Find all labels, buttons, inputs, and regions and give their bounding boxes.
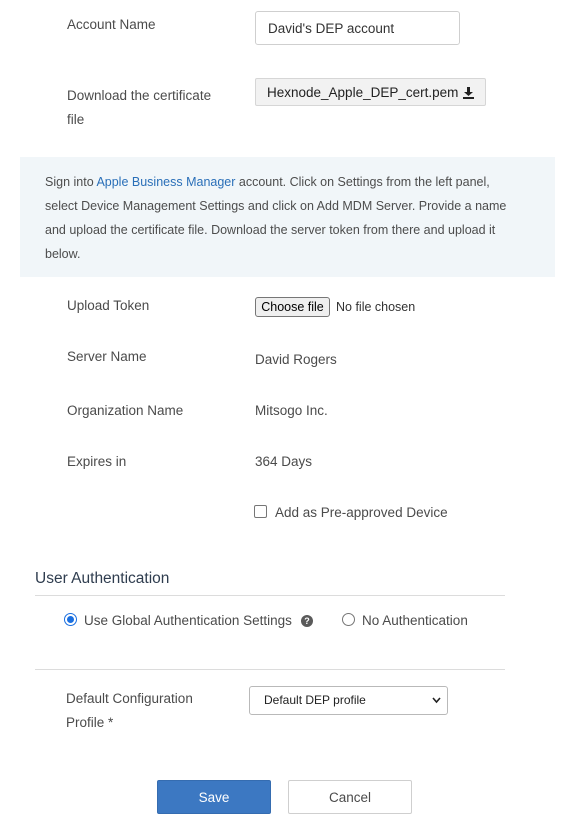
- preapproved-checkbox[interactable]: [254, 505, 267, 518]
- section-divider: [35, 595, 505, 596]
- config-profile-selected: Default DEP profile: [264, 693, 366, 707]
- question-circle-icon[interactable]: ?: [301, 615, 313, 627]
- account-name-label: Account Name: [67, 17, 156, 32]
- config-profile-label-line1: Default Configuration: [66, 691, 193, 706]
- section-divider: [35, 669, 505, 670]
- instructions-panel: Sign into Apple Business Manager account…: [20, 157, 555, 277]
- upload-token-label: Upload Token: [67, 298, 150, 313]
- expires-in-label: Expires in: [67, 454, 127, 469]
- cancel-button[interactable]: Cancel: [288, 780, 412, 814]
- instructions-line3: and upload the certificate file. Downloa…: [45, 223, 496, 237]
- save-button[interactable]: Save: [157, 780, 271, 814]
- download-icon: [463, 87, 474, 99]
- download-certificate-button[interactable]: Hexnode_Apple_DEP_cert.pem: [255, 78, 486, 106]
- preapproved-label: Add as Pre-approved Device: [275, 505, 448, 520]
- server-name-label: Server Name: [67, 349, 147, 364]
- certificate-label: Download the certificate file: [67, 84, 211, 132]
- file-status-text: No file chosen: [336, 300, 416, 314]
- chevron-down-icon: [432, 697, 441, 704]
- apple-business-manager-link[interactable]: Apple Business Manager: [96, 175, 235, 189]
- config-profile-select[interactable]: Default DEP profile: [249, 686, 448, 715]
- use-global-auth-label: Use Global Authentication Settings: [84, 613, 292, 628]
- organization-name-label: Organization Name: [67, 403, 184, 418]
- instructions-line4: below.: [45, 247, 81, 261]
- expires-in-value: 364 Days: [255, 454, 313, 469]
- instructions-prefix: Sign into: [45, 175, 97, 189]
- use-global-auth-radio[interactable]: [64, 613, 77, 626]
- no-auth-label: No Authentication: [362, 613, 468, 628]
- instructions-rest-line1: account. Click on Settings from the left…: [235, 175, 490, 189]
- account-name-input[interactable]: [255, 11, 460, 45]
- instructions-line2: select Device Management Settings and cl…: [45, 199, 507, 213]
- choose-file-button[interactable]: Choose file: [255, 297, 330, 317]
- organization-name-value: Mitsogo Inc.: [255, 403, 328, 418]
- server-name-value: David Rogers: [255, 352, 337, 367]
- instructions-line1: Sign into Apple Business Manager account…: [45, 170, 531, 194]
- certificate-label-line1: Download the certificate: [67, 88, 212, 103]
- config-profile-label-line2: Profile *: [66, 715, 114, 730]
- certificate-label-line2: file: [67, 112, 85, 127]
- certificate-file-name: Hexnode_Apple_DEP_cert.pem: [267, 84, 459, 100]
- config-profile-label: Default Configuration Profile *: [66, 687, 193, 735]
- user-authentication-title: User Authentication: [35, 570, 170, 587]
- no-auth-radio[interactable]: [342, 613, 355, 626]
